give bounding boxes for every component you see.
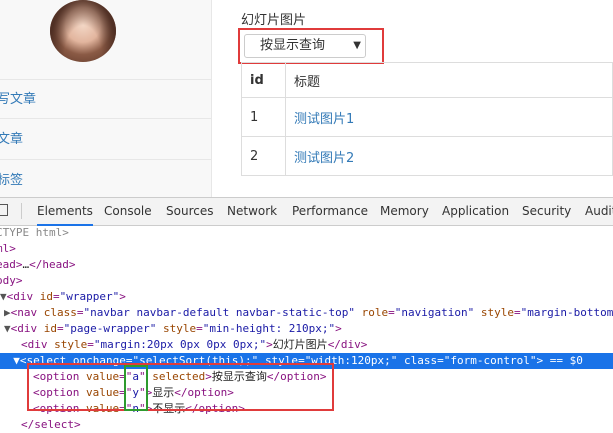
sidebar-item-write-article[interactable]: 写文章	[0, 79, 211, 119]
sidebar-item-label: 标签	[0, 173, 24, 188]
divider	[21, 203, 22, 219]
sidebar-item-tags[interactable]: 标签	[0, 161, 211, 197]
highlight-box-select: 按显示查询 ▼	[238, 28, 384, 64]
devtools-tabbar: Elements Console Sources Network Perform…	[0, 198, 613, 226]
column-header-id: id	[241, 62, 286, 98]
web-page: 写文章 文章 标签 幻灯片图片 按显示查询 ▼ id 标题 1 测试图片1 2 …	[0, 0, 613, 197]
tab-application[interactable]: Application	[442, 198, 509, 225]
sidebar: 写文章 文章 标签	[0, 0, 212, 197]
sort-select[interactable]: 按显示查询 ▼	[244, 34, 366, 58]
sort-select-value: 按显示查询	[260, 38, 326, 53]
slides-table: id 标题 1 测试图片1 2 测试图片2	[241, 62, 613, 176]
inspect-element-icon[interactable]	[0, 204, 8, 216]
sidebar-item-articles[interactable]: 文章	[0, 120, 211, 160]
table-row: 2 测试图片2	[241, 136, 613, 176]
row-id: 1	[241, 97, 286, 137]
dom-line-nav[interactable]: ▶<nav class="navbar navbar-default navba…	[4, 305, 613, 321]
tab-console[interactable]: Console	[104, 198, 152, 225]
dom-line-head[interactable]: ead>…</head>	[0, 257, 609, 273]
tab-network[interactable]: Network	[227, 198, 277, 225]
dom-line-page-wrapper[interactable]: ▼<div id="page-wrapper" style="min-heigh…	[4, 321, 613, 337]
dom-line-wrapper[interactable]: ▼<div id="wrapper">	[0, 289, 613, 305]
tab-security[interactable]: Security	[522, 198, 571, 225]
page-title: 幻灯片图片	[241, 13, 307, 28]
highlight-box-options	[27, 363, 334, 411]
tab-audits[interactable]: Audits	[585, 198, 613, 225]
sidebar-item-label: 写文章	[0, 92, 37, 107]
dom-line-body[interactable]: ody>	[0, 273, 609, 289]
dom-line-select-close[interactable]: </select>	[21, 417, 613, 433]
tab-memory[interactable]: Memory	[380, 198, 429, 225]
main-content: 幻灯片图片 按显示查询 ▼ id 标题 1 测试图片1 2 测试图片2	[212, 0, 613, 197]
table-row: 1 测试图片1	[241, 97, 613, 137]
dom-line-html[interactable]: ml>	[0, 241, 609, 257]
row-title-link[interactable]: 测试图片1	[294, 112, 354, 127]
row-title-cell: 测试图片1	[285, 97, 613, 137]
row-id: 2	[241, 136, 286, 176]
dom-line-title-div[interactable]: <div style="margin:20px 0px 0px 0px;">幻灯…	[21, 337, 613, 353]
row-title-cell: 测试图片2	[285, 136, 613, 176]
table-header-row: id 标题	[241, 62, 613, 98]
tab-sources[interactable]: Sources	[166, 198, 213, 225]
avatar	[50, 0, 116, 62]
tab-performance[interactable]: Performance	[292, 198, 368, 225]
tab-elements[interactable]: Elements	[37, 198, 93, 226]
chevron-down-icon: ▼	[353, 40, 361, 51]
highlight-box-values	[124, 365, 148, 411]
dom-line-doctype[interactable]: CTYPE html>	[0, 225, 609, 241]
sidebar-item-label: 文章	[0, 132, 24, 147]
row-title-link[interactable]: 测试图片2	[294, 151, 354, 166]
column-header-title: 标题	[285, 62, 613, 98]
